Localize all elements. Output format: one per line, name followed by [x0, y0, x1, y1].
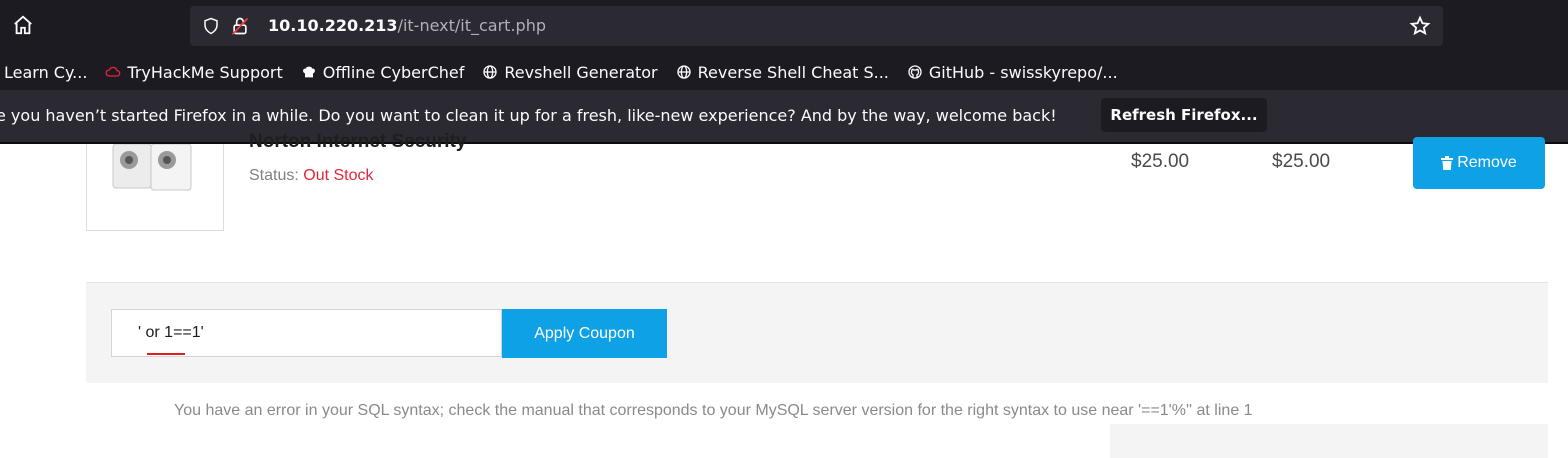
spellcheck-underline	[147, 353, 185, 355]
bookmark-tryhackme-support[interactable]: TryHackMe Support	[105, 62, 283, 82]
product-image	[86, 143, 224, 231]
browser-toolbar: 10.10.220.213/it-next/it_cart.php	[0, 0, 1568, 54]
bookmark-reverse-shell-cheat-sheet[interactable]: Reverse Shell Cheat S...	[676, 63, 889, 82]
coupon-input[interactable]	[111, 309, 502, 357]
globe-icon	[483, 65, 498, 79]
bookmark-label: Reverse Shell Cheat S...	[697, 62, 889, 82]
bookmark-label: TryHackMe Support	[127, 62, 283, 82]
insecure-lock-icon[interactable]	[230, 16, 250, 36]
apply-coupon-button[interactable]: Apply Coupon	[502, 309, 667, 358]
bookmark-label: Revshell Generator	[504, 62, 658, 82]
speakers-image	[112, 143, 192, 191]
github-icon	[908, 65, 922, 79]
coupon-panel: Apply Coupon	[86, 282, 1548, 383]
product-name[interactable]: Norton Internet Security	[249, 131, 466, 153]
total-price: $25.00	[1272, 151, 1331, 172]
url-path: /it-next/it_cart.php	[397, 16, 546, 35]
status-value: Out Stock	[303, 167, 374, 184]
globe-icon	[676, 65, 691, 79]
remove-label: Remove	[1457, 154, 1517, 171]
url-bar[interactable]: 10.10.220.213/it-next/it_cart.php	[190, 6, 1443, 46]
sql-error-message: You have an error in your SQL syntax; ch…	[174, 402, 1253, 419]
bookmark-offline-cyberchef[interactable]: Offline CyberChef	[301, 62, 465, 82]
bookmark-learn-cyber[interactable]: Learn Cy...	[4, 63, 87, 82]
chrome-divider	[0, 142, 1568, 144]
refresh-firefox-button[interactable]: Refresh Firefox...	[1101, 98, 1267, 132]
notification-text: e you haven’t started Firefox in a while…	[0, 106, 1057, 125]
home-icon[interactable]	[12, 14, 34, 36]
bookmark-github-swisskyrepo[interactable]: GitHub - swisskyrepo/...	[907, 63, 1118, 82]
bookmark-label: Learn Cy...	[4, 62, 88, 82]
bookmark-label: Offline CyberChef	[322, 62, 465, 82]
url-text[interactable]: 10.10.220.213/it-next/it_cart.php	[268, 16, 546, 35]
url-host: 10.10.220.213	[268, 16, 398, 35]
unit-price: $25.00	[1131, 151, 1190, 172]
chef-hat-icon	[302, 66, 315, 78]
status-label: Status:	[249, 167, 299, 184]
refresh-firefox-notification: e you haven’t started Firefox in a while…	[0, 90, 1568, 142]
shield-icon[interactable]	[202, 17, 220, 35]
trash-icon	[1441, 156, 1454, 170]
stock-status: Status: Out Stock	[249, 167, 374, 185]
cart-totals-box	[1110, 424, 1548, 458]
remove-button[interactable]: Remove	[1413, 137, 1545, 189]
cloud-icon	[105, 66, 121, 77]
bookmark-revshell-generator[interactable]: Revshell Generator	[482, 62, 658, 82]
bookmark-label: GitHub - swisskyrepo/...	[928, 62, 1118, 82]
bookmark-star-icon[interactable]	[1409, 15, 1431, 37]
bookmarks-bar: Learn Cy... TryHackMe Support Offline Cy…	[0, 54, 1568, 90]
